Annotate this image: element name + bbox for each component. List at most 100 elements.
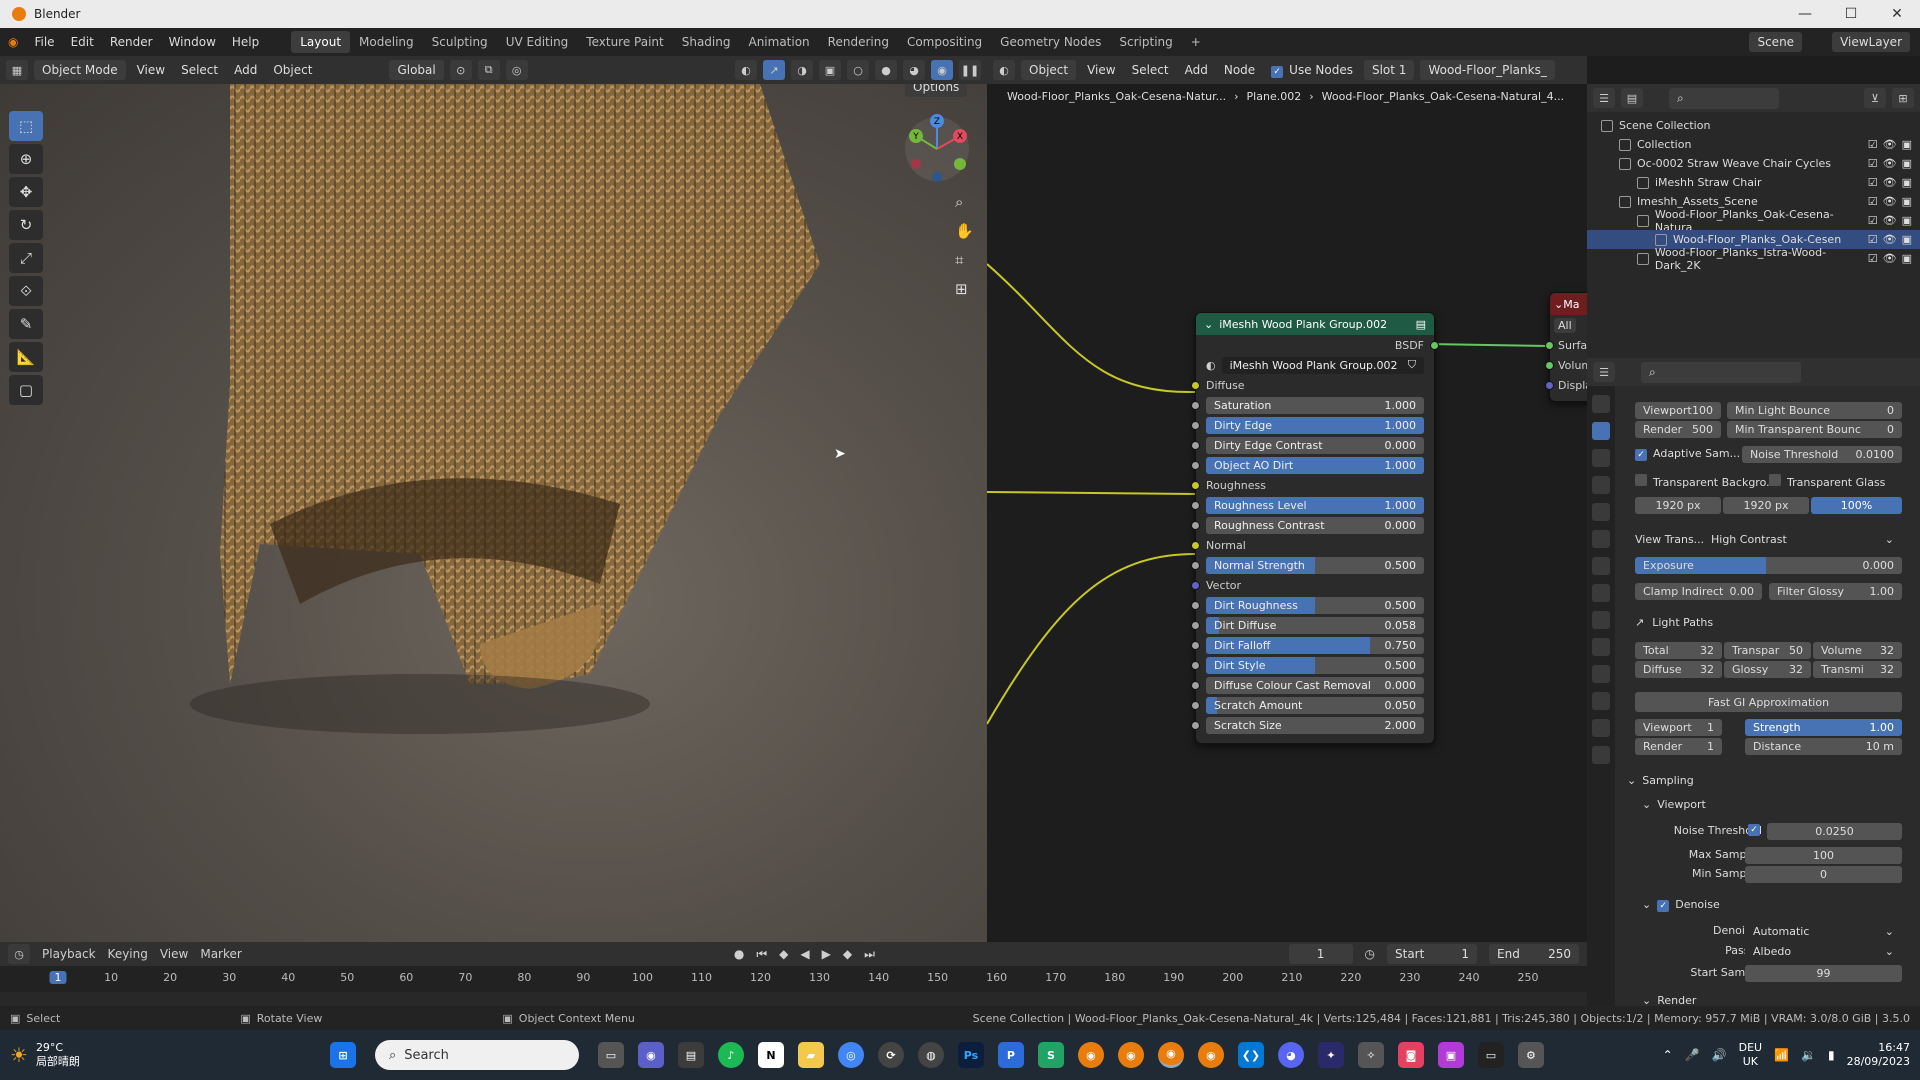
terminal-icon[interactable]: ▭ — [1477, 1042, 1504, 1068]
instagram-icon[interactable]: ◙ — [1397, 1042, 1424, 1068]
input-socket[interactable] — [1191, 620, 1200, 630]
app-icon[interactable]: ▤ — [677, 1042, 704, 1068]
node-value-slider[interactable]: Diffuse Colour Cast Removal 0.000 — [1206, 676, 1424, 694]
camera-icon[interactable]: ▣ — [1902, 176, 1912, 189]
resolution-y-field[interactable]: 1920 px — [1723, 497, 1809, 514]
new-collection-icon[interactable]: ⊞ — [1892, 88, 1914, 108]
glossy-bounces-field[interactable]: Glossy 32 — [1724, 661, 1811, 678]
outliner-item[interactable]: Scene Collection — [1587, 116, 1920, 135]
menu-render[interactable]: Render — [102, 35, 161, 49]
min-transparent-bounce-field[interactable]: Min Transparent Bounc 0 — [1727, 421, 1902, 438]
outliner-item[interactable]: Wood-Floor_Planks_Oak-Cesena-Natura ☑ 👁 ▣ — [1587, 208, 1920, 234]
tab-sculpting[interactable]: Sculpting — [423, 31, 497, 53]
camera-icon[interactable]: ▣ — [1902, 233, 1912, 246]
chat-icon[interactable]: ◉ — [637, 1042, 664, 1068]
modifier-tab-icon[interactable] — [1592, 584, 1610, 602]
blender-taskbar-icon[interactable]: ◉ — [1197, 1042, 1224, 1068]
resolution-x-field[interactable]: 1920 px — [1635, 497, 1721, 514]
eye-icon[interactable]: 👁 — [1883, 138, 1897, 151]
play-icon[interactable]: ▶ — [822, 947, 831, 961]
menu-file[interactable]: File — [26, 35, 62, 49]
solid-shading-icon[interactable]: ● — [875, 60, 897, 80]
menu-help[interactable]: Help — [224, 35, 267, 49]
outliner-item[interactable]: iMeshh Straw Chair ☑ 👁 ▣ — [1587, 173, 1920, 192]
3d-viewport[interactable]: Options Z X Y ⌕ ✋ ⌗ ⊞ ➤ — [0, 84, 987, 942]
start-frame-field[interactable]: Start 1 — [1387, 944, 1477, 964]
exclude-checkbox-icon[interactable]: ☑ — [1868, 252, 1878, 265]
tool-tab-icon[interactable] — [1592, 395, 1610, 413]
viewport-menu-view[interactable]: View — [132, 63, 170, 77]
record-icon[interactable]: ● — [734, 947, 744, 961]
exclude-checkbox-icon[interactable]: ☑ — [1868, 157, 1878, 170]
input-socket[interactable] — [1191, 580, 1200, 590]
app-icon[interactable]: ✦ — [1317, 1042, 1344, 1068]
viewport-menu-select[interactable]: Select — [176, 63, 223, 77]
node-value-slider[interactable]: Roughness Contrast 0.000 — [1206, 516, 1424, 534]
node-value-slider[interactable]: Scratch Amount 0.050 — [1206, 696, 1424, 714]
material-selector[interactable]: Wood-Floor_Planks_ — [1420, 60, 1555, 80]
blender-taskbar-icon[interactable]: ◉ — [1117, 1042, 1144, 1068]
noise-threshold-viewport-field[interactable]: 0.0250 — [1767, 823, 1902, 840]
outliner-search-icon[interactable]: ⌕ — [1669, 87, 1779, 109]
viewport-options[interactable]: Options — [905, 84, 983, 104]
node-value-slider[interactable]: Scratch Size 2.000 — [1206, 716, 1424, 734]
settings-icon[interactable]: ⚙ — [1517, 1042, 1544, 1068]
microphone-icon[interactable]: 🎤 — [1685, 1048, 1700, 1062]
snap-icon[interactable]: ⧉ — [477, 60, 500, 80]
scene-tab-icon[interactable] — [1592, 503, 1610, 521]
noise-threshold-field[interactable]: Noise Threshold 0.0100 — [1742, 446, 1902, 463]
end-frame-field[interactable]: End 250 — [1489, 944, 1579, 964]
material-tab-icon[interactable] — [1592, 719, 1610, 737]
exposure-slider[interactable]: Exposure 0.000 — [1635, 557, 1902, 574]
timeline-menu-keying[interactable]: Keying — [108, 947, 148, 961]
start-sample-field[interactable]: 99 — [1745, 965, 1902, 982]
browser-icon[interactable]: ◍ — [917, 1042, 944, 1068]
sync-icon[interactable]: ⟳ — [877, 1042, 904, 1068]
jump-end-icon[interactable]: ⏭ — [864, 947, 875, 962]
cursor-tool-icon[interactable]: ⊕ — [9, 144, 43, 174]
eye-icon[interactable]: 👁 — [1883, 157, 1897, 170]
editor-type-icon[interactable]: ▦ — [6, 60, 28, 80]
node-tree-icon[interactable]: ◐ — [1206, 359, 1216, 372]
annotate-tool-icon[interactable]: ✎ — [9, 309, 43, 339]
scale-tool-icon[interactable]: ⤢ — [9, 243, 43, 273]
outliner-type-icon[interactable]: ☰ — [1593, 88, 1615, 108]
eye-icon[interactable]: 👁 — [1883, 214, 1897, 227]
file-explorer-icon[interactable]: ▰ — [797, 1042, 824, 1068]
node-input-field[interactable]: Scratch Amount 0.050 — [1191, 695, 1434, 715]
transform-tool-icon[interactable]: ⟐ — [9, 276, 43, 306]
slot-dropdown[interactable]: Slot 1 — [1363, 60, 1415, 80]
outliner-item[interactable]: Oc-0002 Straw Weave Chair Cycles ☑ 👁 ▣ — [1587, 154, 1920, 173]
taskbar-search[interactable]: ⌕ Search — [374, 1040, 579, 1070]
node-input-field[interactable]: Dirt Diffuse 0.058 — [1191, 615, 1434, 635]
transform-orientation-dropdown[interactable]: Global — [389, 60, 444, 80]
viewport-menu-add[interactable]: Add — [229, 63, 262, 77]
node-value-slider[interactable]: Dirty Edge Contrast 0.000 — [1206, 436, 1424, 454]
view-layer-tab-icon[interactable] — [1592, 476, 1610, 494]
wireframe-shading-icon[interactable]: ○ — [847, 60, 869, 80]
output-tab-icon[interactable] — [1592, 449, 1610, 467]
gi-distance-field[interactable]: Distance 10 m — [1745, 738, 1902, 755]
node-input-field[interactable]: Dirt Style 0.500 — [1191, 655, 1434, 675]
output-target-dropdown[interactable]: All — [1554, 317, 1576, 333]
render-samples-field[interactable]: Render 500 — [1635, 421, 1721, 438]
blender-menu-icon[interactable]: ◉ — [0, 35, 26, 49]
transparent-background-checkbox[interactable]: Transparent Backgro... — [1635, 474, 1777, 489]
pan-hand-icon[interactable]: ✋ — [955, 217, 974, 246]
viewport-subsection-header[interactable]: ⌄ Viewport — [1642, 798, 1706, 811]
pivot-icon[interactable]: ⊙ — [449, 60, 472, 80]
node-value-slider[interactable]: Dirt Diffuse 0.058 — [1206, 616, 1424, 634]
node-input-field[interactable]: Dirt Falloff 0.750 — [1191, 635, 1434, 655]
input-socket[interactable] — [1191, 700, 1200, 710]
weather-widget[interactable]: 29°C 局部晴朗 — [36, 1041, 80, 1069]
camera-icon[interactable]: ▣ — [1902, 157, 1912, 170]
denoise-checkbox[interactable]: ⌄ ✓ Denoise — [1642, 898, 1720, 912]
camera-icon[interactable]: ▣ — [1902, 138, 1912, 151]
node-input-field[interactable]: Dirty Edge 1.000 — [1191, 415, 1434, 435]
spotify-icon[interactable]: ♪ — [717, 1042, 744, 1068]
tab-rendering[interactable]: Rendering — [819, 31, 898, 53]
app-icon[interactable]: ✧ — [1357, 1042, 1384, 1068]
input-socket[interactable] — [1191, 420, 1200, 430]
photoshop-icon[interactable]: Ps — [957, 1042, 984, 1068]
denoiser-dropdown[interactable]: Automatic ⌄ — [1745, 923, 1902, 940]
